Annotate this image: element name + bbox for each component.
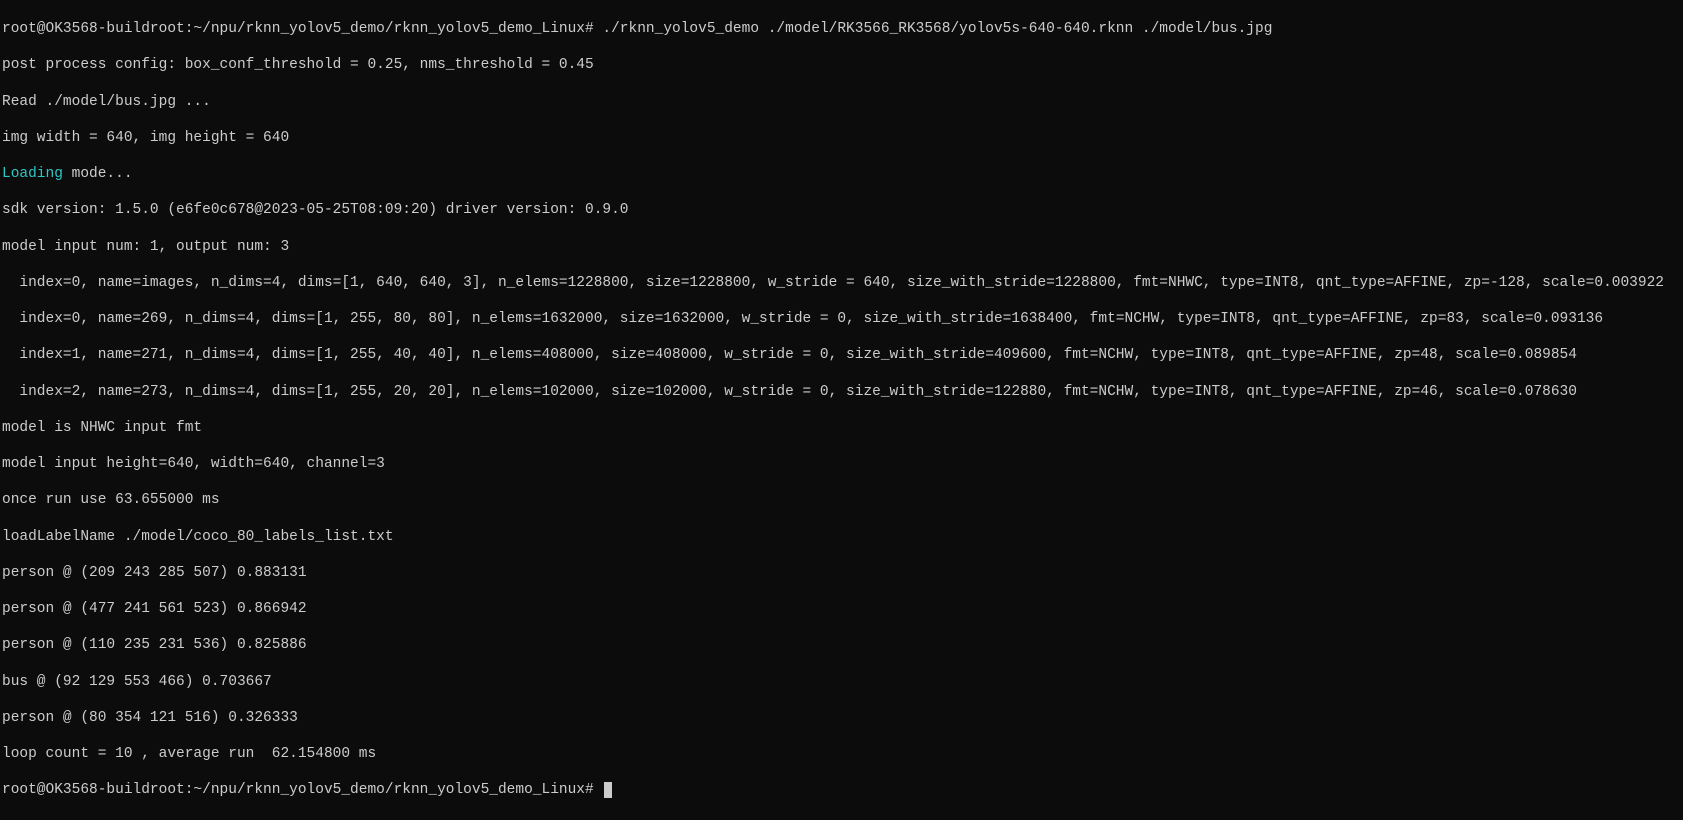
terminal-output[interactable]: root@OK3568-buildroot:~/npu/rknn_yolov5_…: [0, 0, 1683, 820]
detection-line: person @ (80 354 121 516) 0.326333: [2, 709, 1681, 727]
output-line: index=1, name=271, n_dims=4, dims=[1, 25…: [2, 346, 1681, 364]
output-line: Loading mode...: [2, 165, 1681, 183]
detection-line: person @ (477 241 561 523) 0.866942: [2, 600, 1681, 618]
loading-rest: mode...: [63, 166, 133, 182]
command-text: ./rknn_yolov5_demo ./model/RK3566_RK3568…: [602, 21, 1272, 37]
output-line: loop count = 10 , average run 62.154800 …: [2, 745, 1681, 763]
output-line: model input num: 1, output num: 3: [2, 238, 1681, 256]
command-line: root@OK3568-buildroot:~/npu/rknn_yolov5_…: [2, 20, 1681, 38]
output-line: index=0, name=269, n_dims=4, dims=[1, 25…: [2, 310, 1681, 328]
prompt-line[interactable]: root@OK3568-buildroot:~/npu/rknn_yolov5_…: [2, 781, 1681, 799]
output-line: sdk version: 1.5.0 (e6fe0c678@2023-05-25…: [2, 201, 1681, 219]
detection-line: bus @ (92 129 553 466) 0.703667: [2, 673, 1681, 691]
shell-prompt: root@OK3568-buildroot:~/npu/rknn_yolov5_…: [2, 21, 594, 37]
detection-line: person @ (110 235 231 536) 0.825886: [2, 636, 1681, 654]
output-line: model input height=640, width=640, chann…: [2, 455, 1681, 473]
shell-prompt: root@OK3568-buildroot:~/npu/rknn_yolov5_…: [2, 782, 602, 798]
cursor-icon: [604, 782, 612, 798]
output-line: post process config: box_conf_threshold …: [2, 56, 1681, 74]
output-line: index=0, name=images, n_dims=4, dims=[1,…: [2, 274, 1681, 292]
detection-line: person @ (209 243 285 507) 0.883131: [2, 564, 1681, 582]
output-line: img width = 640, img height = 640: [2, 129, 1681, 147]
output-line: Read ./model/bus.jpg ...: [2, 93, 1681, 111]
output-line: loadLabelName ./model/coco_80_labels_lis…: [2, 528, 1681, 546]
output-line: once run use 63.655000 ms: [2, 491, 1681, 509]
loading-text: Loading: [2, 166, 63, 182]
output-line: model is NHWC input fmt: [2, 419, 1681, 437]
output-line: index=2, name=273, n_dims=4, dims=[1, 25…: [2, 383, 1681, 401]
